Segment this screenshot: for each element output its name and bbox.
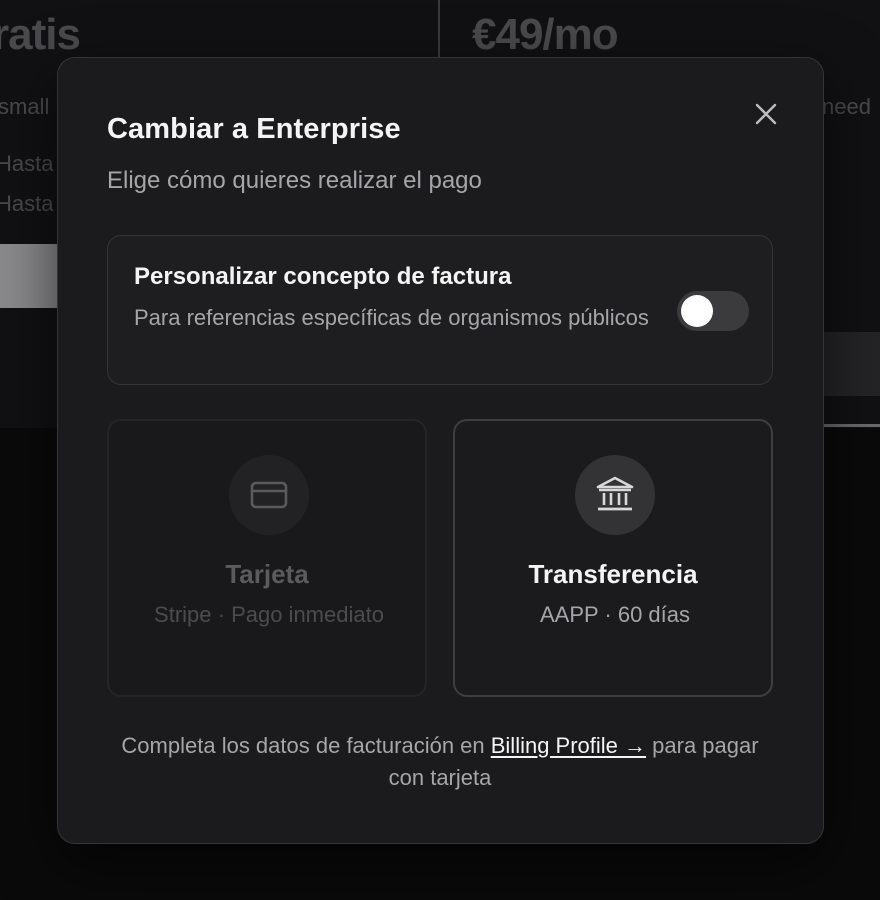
plan-free-button — [0, 244, 60, 308]
invoice-concept-toggle[interactable] — [677, 291, 749, 331]
card-icon-circle — [229, 455, 309, 535]
pricing-page-backdrop: ratis €49/mo small Hasta Hasta need Camb… — [0, 0, 880, 900]
invoice-concept-description: Para referencias específicas de organism… — [134, 305, 649, 330]
toggle-knob — [681, 295, 713, 327]
plan-pro-button — [820, 332, 880, 396]
modal-title: Cambiar a Enterprise — [107, 113, 401, 145]
credit-card-icon — [250, 481, 288, 509]
payment-option-title: Transferencia — [528, 559, 698, 589]
billing-note: Completa los datos de facturación en Bil… — [107, 730, 773, 794]
payment-option-subtitle: Stripe · Pago inmediato — [154, 602, 384, 627]
payment-option-card[interactable]: Tarjeta Stripe · Pago inmediato — [107, 419, 427, 697]
plan-pro-divider — [820, 424, 880, 427]
billing-note-text: Completa los datos de facturación en — [121, 733, 491, 758]
close-icon — [755, 103, 777, 125]
plan-free-feature: Hasta — [0, 191, 54, 216]
payment-option-transfer[interactable]: Transferencia AAPP · 60 días — [453, 419, 773, 697]
bank-icon — [596, 476, 634, 511]
modal-subtitle: Elige cómo quieres realizar el pago — [107, 167, 482, 194]
bank-icon-circle — [575, 455, 655, 535]
plan-price-free: ratis — [0, 10, 81, 59]
upgrade-modal: Cambiar a Enterprise Elige cómo quieres … — [57, 57, 824, 844]
close-button[interactable] — [750, 98, 782, 130]
payment-option-title: Tarjeta — [225, 559, 309, 589]
invoice-concept-title: Personalizar concepto de factura — [134, 263, 512, 290]
plan-price-pro: €49/mo — [472, 10, 619, 59]
plan-pro-desc: need — [822, 94, 871, 119]
invoice-concept-panel: Personalizar concepto de factura Para re… — [107, 235, 773, 385]
billing-profile-link[interactable]: Billing Profile → — [491, 733, 646, 758]
plan-free-feature: Hasta — [0, 151, 54, 176]
plan-free-desc: small — [0, 94, 50, 119]
payment-option-subtitle: AAPP · 60 días — [539, 602, 690, 627]
